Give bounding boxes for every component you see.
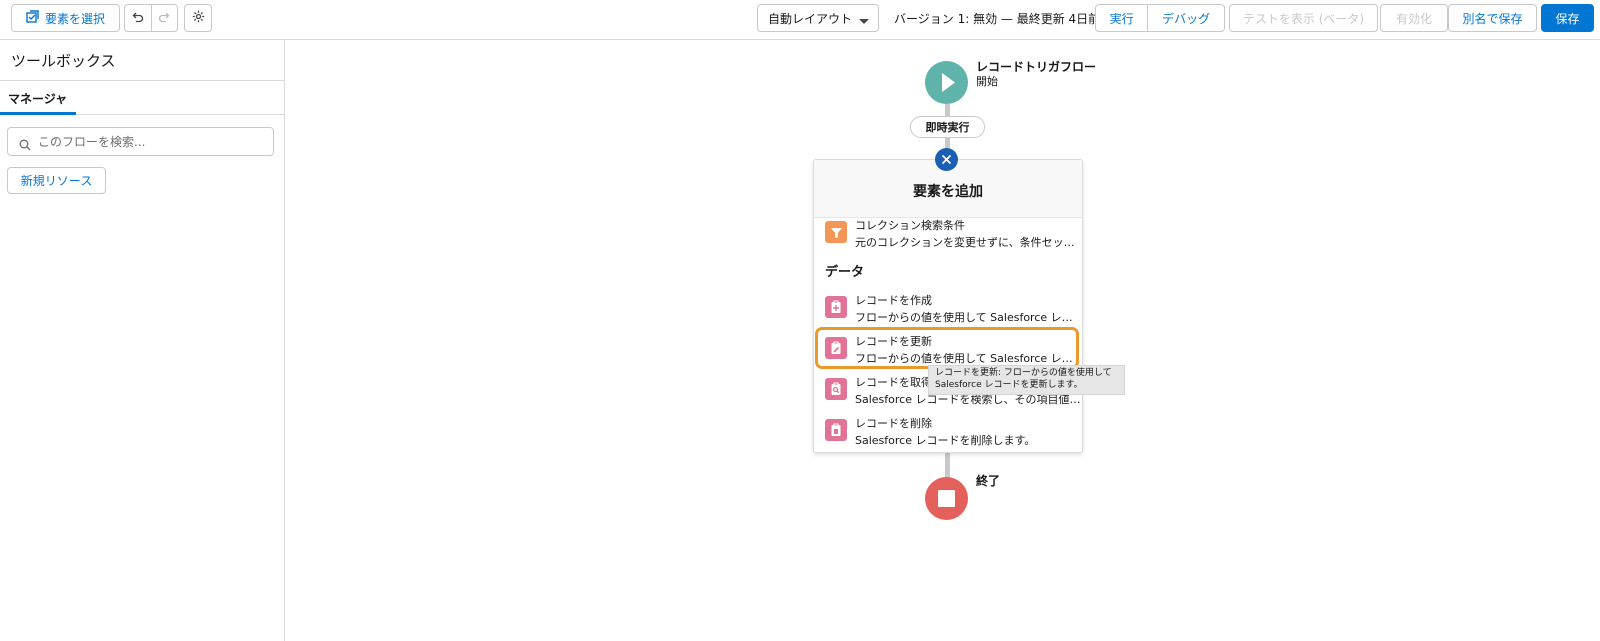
record-create-icon	[825, 296, 847, 318]
run-debug-group: 実行 デバッグ	[1095, 4, 1225, 32]
section-heading-data: データ	[825, 265, 865, 280]
save-as-button[interactable]: 別名で保存	[1448, 4, 1537, 32]
element-item-description: 元のコレクションを変更せずに、条件セッ…	[855, 236, 1075, 249]
connector-line	[945, 452, 950, 479]
stop-icon	[938, 490, 955, 507]
redo-icon	[158, 11, 170, 26]
chevron-down-icon	[858, 15, 870, 29]
element-item-delete-records[interactable]: レコードを削除 Salesforce レコードを削除します。	[814, 412, 1082, 452]
toolbox-title: ツールボックス	[11, 52, 116, 70]
activate-button[interactable]: 有効化	[1380, 4, 1448, 32]
toolbar: 要素を選択 自動レイアウト バージョン 1: 無効 — 最終更新 4日前 実行 …	[0, 0, 1600, 40]
end-node[interactable]	[925, 477, 968, 520]
flow-search-input[interactable]	[38, 134, 258, 149]
undo-button[interactable]	[125, 5, 151, 31]
play-icon	[942, 73, 955, 92]
redo-button[interactable]	[150, 5, 177, 31]
new-resource-button[interactable]: 新規リソース	[7, 167, 106, 194]
element-tooltip: レコードを更新: フローからの値を使用して Salesforce レコードを更新…	[928, 365, 1125, 395]
element-item-collection-filter[interactable]: コレクション検索条件 元のコレクションを変更せずに、条件セッ…	[814, 214, 1082, 254]
element-item-title: レコードを取得	[855, 376, 932, 389]
path-label-pill[interactable]: 即時実行	[910, 116, 985, 138]
element-item-title: コレクション検索条件	[855, 219, 965, 232]
debug-button[interactable]: デバッグ	[1147, 5, 1224, 31]
record-update-icon	[825, 337, 847, 359]
select-element-icon	[26, 10, 39, 26]
close-icon	[941, 154, 952, 165]
element-item-description: フローからの値を使用して Salesforce レ…	[855, 311, 1073, 324]
tab-active-indicator	[0, 112, 76, 115]
close-panel-button[interactable]	[935, 148, 958, 171]
element-item-title: レコードを作成	[855, 294, 932, 307]
element-item-description: フローからの値を使用して Salesforce レ…	[855, 352, 1073, 365]
gear-icon	[192, 10, 205, 26]
undo-redo-group	[124, 4, 178, 32]
element-item-create-records[interactable]: レコードを作成 フローからの値を使用して Salesforce レ…	[814, 289, 1082, 329]
layout-select-value: 自動レイアウト	[768, 11, 853, 26]
filter-icon	[825, 221, 847, 243]
element-item-title: レコードを削除	[855, 417, 932, 430]
search-icon	[19, 136, 31, 155]
save-button[interactable]: 保存	[1541, 4, 1594, 32]
start-node[interactable]	[925, 61, 968, 104]
tab-manager[interactable]: マネージャ	[8, 90, 67, 107]
record-delete-icon	[825, 419, 847, 441]
settings-button[interactable]	[184, 4, 212, 32]
divider	[0, 80, 284, 81]
end-node-label: 終了	[976, 474, 1001, 488]
test-view-button[interactable]: テストを表示 (ベータ)	[1229, 4, 1378, 32]
undo-icon	[132, 11, 144, 26]
version-status: バージョン 1: 無効 — 最終更新 4日前	[894, 12, 1101, 26]
select-element-button[interactable]: 要素を選択	[11, 4, 120, 32]
element-item-update-records[interactable]: レコードを更新 フローからの値を使用して Salesforce レ…	[814, 330, 1082, 370]
record-lookup-icon	[825, 378, 847, 400]
run-button[interactable]: 実行	[1096, 5, 1147, 31]
start-node-subtitle: 開始	[976, 75, 998, 88]
add-element-panel: 要素を追加 コレクション検索条件 元のコレクションを変更せずに、条件セッ… デー…	[813, 159, 1083, 453]
element-item-title: レコードを更新	[855, 335, 932, 348]
select-element-label: 要素を選択	[44, 11, 105, 26]
toolbox-sidebar: ツールボックス マネージャ 新規リソース	[0, 40, 285, 641]
layout-select[interactable]: 自動レイアウト	[757, 4, 879, 32]
flow-search-field[interactable]	[7, 127, 274, 156]
element-item-description: Salesforce レコードを削除します。	[855, 434, 1036, 447]
